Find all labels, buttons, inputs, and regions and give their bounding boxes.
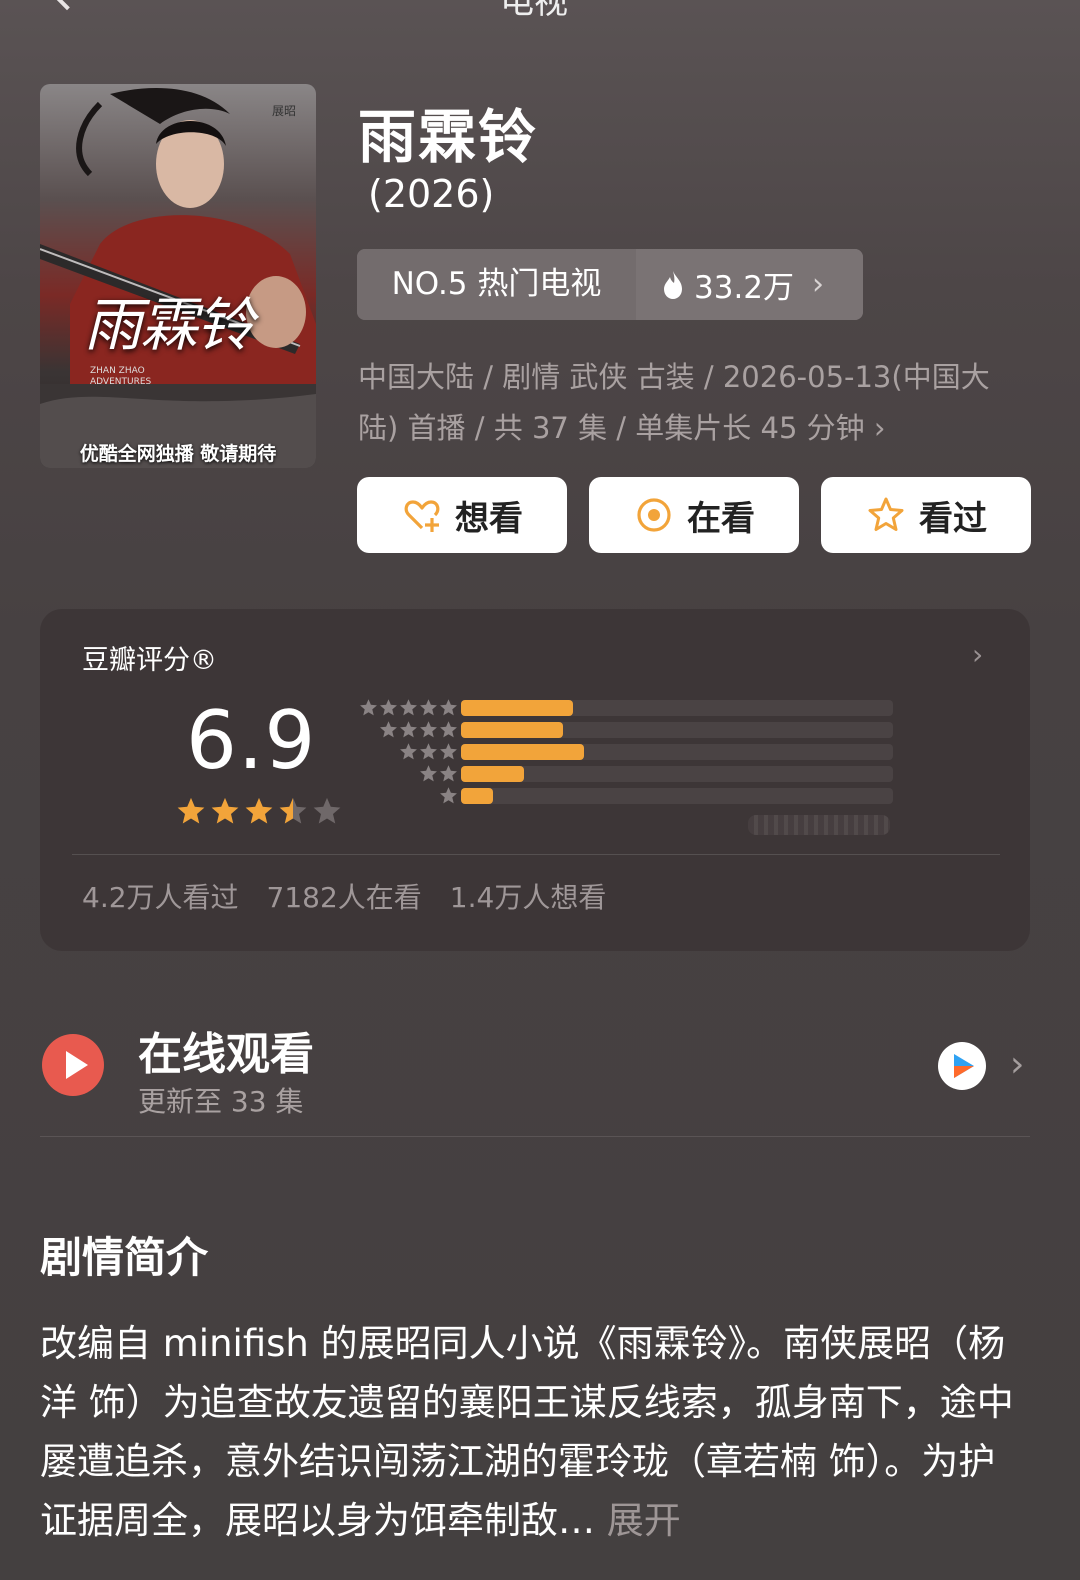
chevron-right-icon[interactable]: › <box>1010 1044 1024 1085</box>
meta-text: 中国大陆 / 剧情 武侠 古装 / 2026-05-13(中国大陆) 首播 / … <box>358 360 990 445</box>
poster-corner-name: 展昭 <box>271 104 296 118</box>
small-star <box>420 699 437 716</box>
stat-watching: 7182人在看 <box>266 881 422 914</box>
distribution-bar <box>461 700 574 716</box>
rating-star <box>279 797 307 824</box>
synopsis-body: 改编自 minifish 的展昭同人小说《雨霖铃》。南侠展昭（杨洋 饰）为追查故… <box>40 1314 1030 1550</box>
distribution-stars <box>439 786 458 805</box>
distribution-stars <box>379 720 458 739</box>
small-star <box>440 721 457 738</box>
rating-star <box>245 797 273 824</box>
distribution-bar <box>461 722 563 738</box>
distribution-row <box>350 742 910 761</box>
stat-watched: 4.2万人看过 <box>82 881 239 914</box>
small-star <box>440 765 457 782</box>
distribution-row <box>350 786 910 805</box>
show-meta[interactable]: 中国大陆 / 剧情 武侠 古装 / 2026-05-13(中国大陆) 首播 / … <box>358 352 1028 454</box>
show-title: 雨霖铃 <box>358 103 539 171</box>
distribution-bar <box>461 744 585 760</box>
rating-stats: 4.2万人看过 7182人在看 1.4万人想看 <box>82 876 606 916</box>
distribution-row <box>350 764 910 783</box>
chevron-right-icon[interactable]: › <box>972 638 983 671</box>
chevron-right-icon: › <box>812 267 825 302</box>
small-star <box>400 699 417 716</box>
distribution-stars <box>359 698 458 717</box>
poster-english-subtitle: ZHAN ZHAO ADVENTURES <box>90 366 152 387</box>
stat-want: 1.4万人想看 <box>449 881 607 914</box>
synopsis-text: 改编自 minifish 的展昭同人小说《雨霖铃》。南侠展昭（杨洋 饰）为追查故… <box>40 1322 1014 1542</box>
distribution-row <box>350 698 910 717</box>
small-star <box>440 699 457 716</box>
poster-tagline: 优酷全网独播 敬请期待 <box>79 443 277 465</box>
show-year: (2026) <box>368 172 495 216</box>
nav-title: 电视 <box>500 0 568 22</box>
heat-value: 33.2万 <box>694 270 795 306</box>
synopsis-heading: 剧情简介 <box>40 1233 209 1282</box>
small-star <box>360 699 377 716</box>
distribution-track <box>461 722 893 738</box>
heart-plus-icon <box>404 500 440 532</box>
rating-star <box>211 797 239 824</box>
rating-star <box>177 797 205 824</box>
want-button[interactable]: 想看 <box>357 477 567 553</box>
small-star <box>400 721 417 738</box>
want-label: 想看 <box>455 498 523 539</box>
small-star <box>400 743 417 760</box>
distribution-track <box>461 700 893 716</box>
heat-section[interactable]: 33.2万 › <box>636 249 863 320</box>
flame-icon <box>664 270 682 299</box>
distribution-bar <box>461 766 524 782</box>
small-star <box>440 787 457 804</box>
rank-pill[interactable]: NO.5 热门电视 33.2万 › <box>357 249 863 320</box>
small-star <box>380 721 397 738</box>
distribution-track <box>461 766 893 782</box>
rating-label: 豆瓣评分® <box>82 645 217 676</box>
expand-link[interactable]: 展开 <box>607 1499 681 1542</box>
watch-title[interactable]: 在线观看 <box>138 1018 314 1082</box>
rating-distribution <box>350 698 910 810</box>
rank-label: NO.5 热门电视 <box>357 249 636 320</box>
watching-label: 在看 <box>687 498 755 539</box>
watch-subtitle: 更新至 33 集 <box>138 1085 304 1118</box>
small-star <box>380 699 397 716</box>
play-icon[interactable] <box>42 1034 104 1096</box>
distribution-bar <box>461 788 494 804</box>
distribution-track <box>461 744 893 760</box>
distribution-row <box>350 720 910 739</box>
poster-title-art: 雨霖铃 <box>84 291 254 359</box>
watched-button[interactable]: 看过 <box>821 477 1031 553</box>
divider <box>72 854 1000 855</box>
rating-score: 6.9 <box>186 694 317 787</box>
small-star <box>420 743 437 760</box>
small-star <box>440 743 457 760</box>
blurred-note <box>748 815 890 835</box>
watched-label: 看过 <box>919 498 987 539</box>
youku-logo <box>954 1054 974 1078</box>
back-icon[interactable] <box>45 0 89 11</box>
poster-artwork <box>40 88 316 468</box>
watching-button[interactable]: 在看 <box>589 477 799 553</box>
small-star <box>420 721 437 738</box>
distribution-track <box>461 788 893 804</box>
target-icon <box>637 498 671 532</box>
rating-star <box>313 797 341 824</box>
poster-image[interactable]: 展昭 雨霖铃 ZHAN ZHAO ADVENTURES 优酷全网独播 敬请期待 <box>40 84 316 468</box>
rating-stars <box>176 796 342 826</box>
distribution-stars <box>419 764 458 783</box>
youku-icon[interactable] <box>938 1042 986 1090</box>
chevron-right-icon: › <box>873 411 886 445</box>
star-outline-icon <box>868 497 904 531</box>
distribution-stars <box>399 742 458 761</box>
divider <box>40 1136 1030 1137</box>
small-star <box>420 765 437 782</box>
